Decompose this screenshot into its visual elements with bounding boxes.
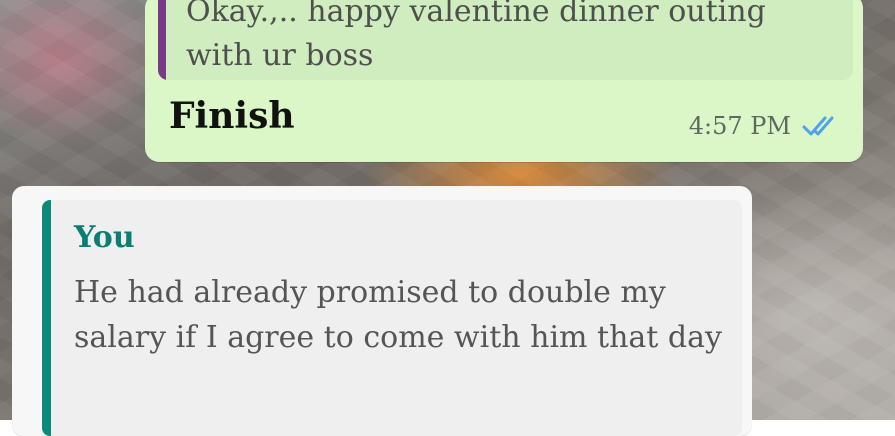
- message-meta: 4:57 PM: [689, 112, 841, 140]
- quoted-message-text: Okay.,.. happy valentine dinner outing w…: [186, 0, 766, 73]
- quote-accent-bar: [158, 0, 166, 80]
- sent-message-bubble[interactable]: Okay.,.. happy valentine dinner outing w…: [145, 0, 863, 162]
- message-text: Finish: [169, 95, 295, 137]
- quoted-message[interactable]: Okay.,.. happy valentine dinner outing w…: [158, 0, 853, 80]
- message-time: 4:57 PM: [688, 112, 791, 140]
- quoted-message[interactable]: You He had already promised to double my…: [42, 200, 742, 436]
- double-check-icon: [802, 116, 834, 136]
- quoted-author: You: [74, 220, 135, 255]
- quoted-message-text: He had already promised to double my sal…: [74, 275, 722, 355]
- quote-accent-bar: [42, 200, 51, 436]
- received-message-bubble[interactable]: You He had already promised to double my…: [12, 186, 752, 436]
